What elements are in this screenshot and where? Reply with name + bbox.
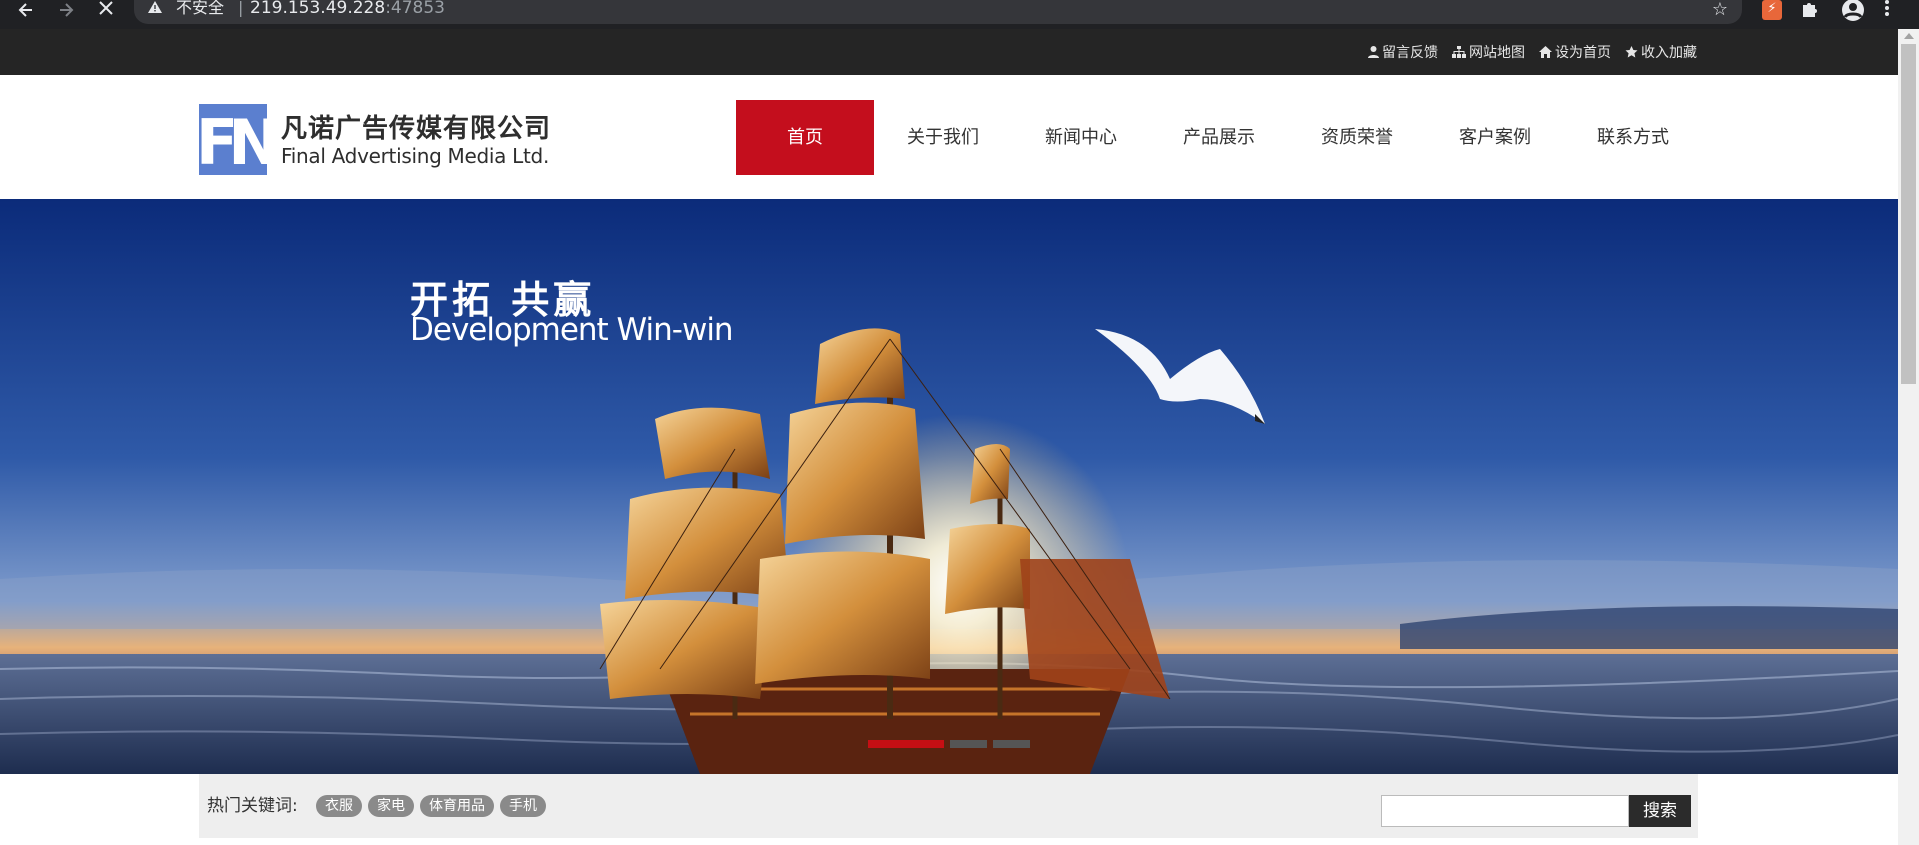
back-arrow-icon[interactable] xyxy=(12,0,40,24)
search-input[interactable] xyxy=(1381,795,1629,827)
company-name-cn: 凡诺广告传媒有限公司 xyxy=(281,114,552,144)
url-text[interactable]: 219.153.49.228:47853 xyxy=(250,0,445,18)
stop-loading-icon[interactable] xyxy=(92,0,120,24)
sitemap-link[interactable]: 网站地图 xyxy=(1452,42,1525,62)
slider-dot-1[interactable] xyxy=(868,740,944,748)
sitemap-icon xyxy=(1452,46,1466,58)
nav-item-contact[interactable]: 联系方式 xyxy=(1564,100,1702,175)
scrollbar-thumb[interactable] xyxy=(1901,44,1916,384)
hero-banner[interactable]: 开拓 共赢 Development Win-win xyxy=(0,199,1898,774)
top-utility-bar: 留言反馈 网站地图 设为首页 收入加藏 xyxy=(0,29,1898,75)
slider-dot-3[interactable] xyxy=(993,740,1030,748)
hot-keywords-tags: 衣服 家电 体育用品 手机 xyxy=(316,795,546,817)
star-icon xyxy=(1625,46,1638,58)
scroll-up-arrow-icon[interactable] xyxy=(1904,33,1914,39)
logo-mark-text: FN xyxy=(199,106,267,175)
site-header: FN 凡诺广告传媒有限公司 Final Advertising Media Lt… xyxy=(0,75,1898,199)
page-scrollbar[interactable] xyxy=(1898,29,1919,845)
user-icon xyxy=(1368,46,1379,58)
nav-item-honors[interactable]: 资质荣誉 xyxy=(1288,100,1426,175)
set-homepage-link-label: 设为首页 xyxy=(1555,45,1611,61)
address-bar[interactable]: 不安全 | 219.153.49.228:47853 ☆ xyxy=(134,0,1742,24)
nav-item-products[interactable]: 产品展示 xyxy=(1150,100,1288,175)
company-logo[interactable]: FN 凡诺广告传媒有限公司 Final Advertising Media Lt… xyxy=(199,104,551,177)
feedback-link[interactable]: 留言反馈 xyxy=(1368,42,1438,62)
nav-item-about[interactable]: 关于我们 xyxy=(874,100,1012,175)
sitemap-link-label: 网站地图 xyxy=(1469,45,1525,61)
slider-pagination xyxy=(868,740,1030,748)
fn-logo-mark-icon: FN xyxy=(199,104,267,175)
search-button[interactable]: 搜索 xyxy=(1629,795,1691,827)
bookmark-link[interactable]: 收入加藏 xyxy=(1625,42,1697,62)
company-name-en: Final Advertising Media Ltd. xyxy=(281,144,550,168)
slider-dot-2[interactable] xyxy=(950,740,987,748)
bookmark-star-icon[interactable]: ☆ xyxy=(1712,0,1728,20)
separator: | xyxy=(238,0,244,17)
nav-item-news[interactable]: 新闻中心 xyxy=(1012,100,1150,175)
hot-keywords-bar: 热门关键词: 衣服 家电 体育用品 手机 搜索 xyxy=(199,774,1698,838)
puzzle-icon[interactable] xyxy=(1800,0,1820,20)
browser-toolbar: 不安全 | 219.153.49.228:47853 ☆ ⚡ xyxy=(0,0,1919,29)
forward-arrow-icon[interactable] xyxy=(52,0,80,24)
security-status-label[interactable]: 不安全 xyxy=(176,0,224,16)
feedback-link-label: 留言反馈 xyxy=(1382,45,1438,61)
bookmark-link-label: 收入加藏 xyxy=(1641,45,1697,61)
utility-links: 留言反馈 网站地图 设为首页 收入加藏 xyxy=(1368,29,1697,75)
keyword-tag[interactable]: 家电 xyxy=(368,795,414,817)
home-icon xyxy=(1539,46,1552,58)
nav-item-cases[interactable]: 客户案例 xyxy=(1426,100,1564,175)
main-navigation: 首页 关于我们 新闻中心 产品展示 资质荣誉 客户案例 联系方式 xyxy=(736,100,1702,175)
extension-icon[interactable]: ⚡ xyxy=(1762,0,1782,20)
keyword-tag[interactable]: 手机 xyxy=(500,795,546,817)
url-port: :47853 xyxy=(385,0,445,18)
banner-slogan-en: Development Win-win xyxy=(410,312,734,348)
profile-icon[interactable] xyxy=(1840,0,1866,24)
keyword-tag[interactable]: 衣服 xyxy=(316,795,362,817)
banner-ship-image xyxy=(0,199,1898,774)
set-homepage-link[interactable]: 设为首页 xyxy=(1539,42,1611,62)
url-host: 219.153.49.228 xyxy=(250,0,386,18)
hot-keywords-label: 热门关键词: xyxy=(207,796,298,816)
keyword-tag[interactable]: 体育用品 xyxy=(420,795,494,817)
nav-item-home[interactable]: 首页 xyxy=(736,100,874,175)
warning-icon xyxy=(148,1,162,17)
more-menu-icon[interactable] xyxy=(1884,0,1904,20)
